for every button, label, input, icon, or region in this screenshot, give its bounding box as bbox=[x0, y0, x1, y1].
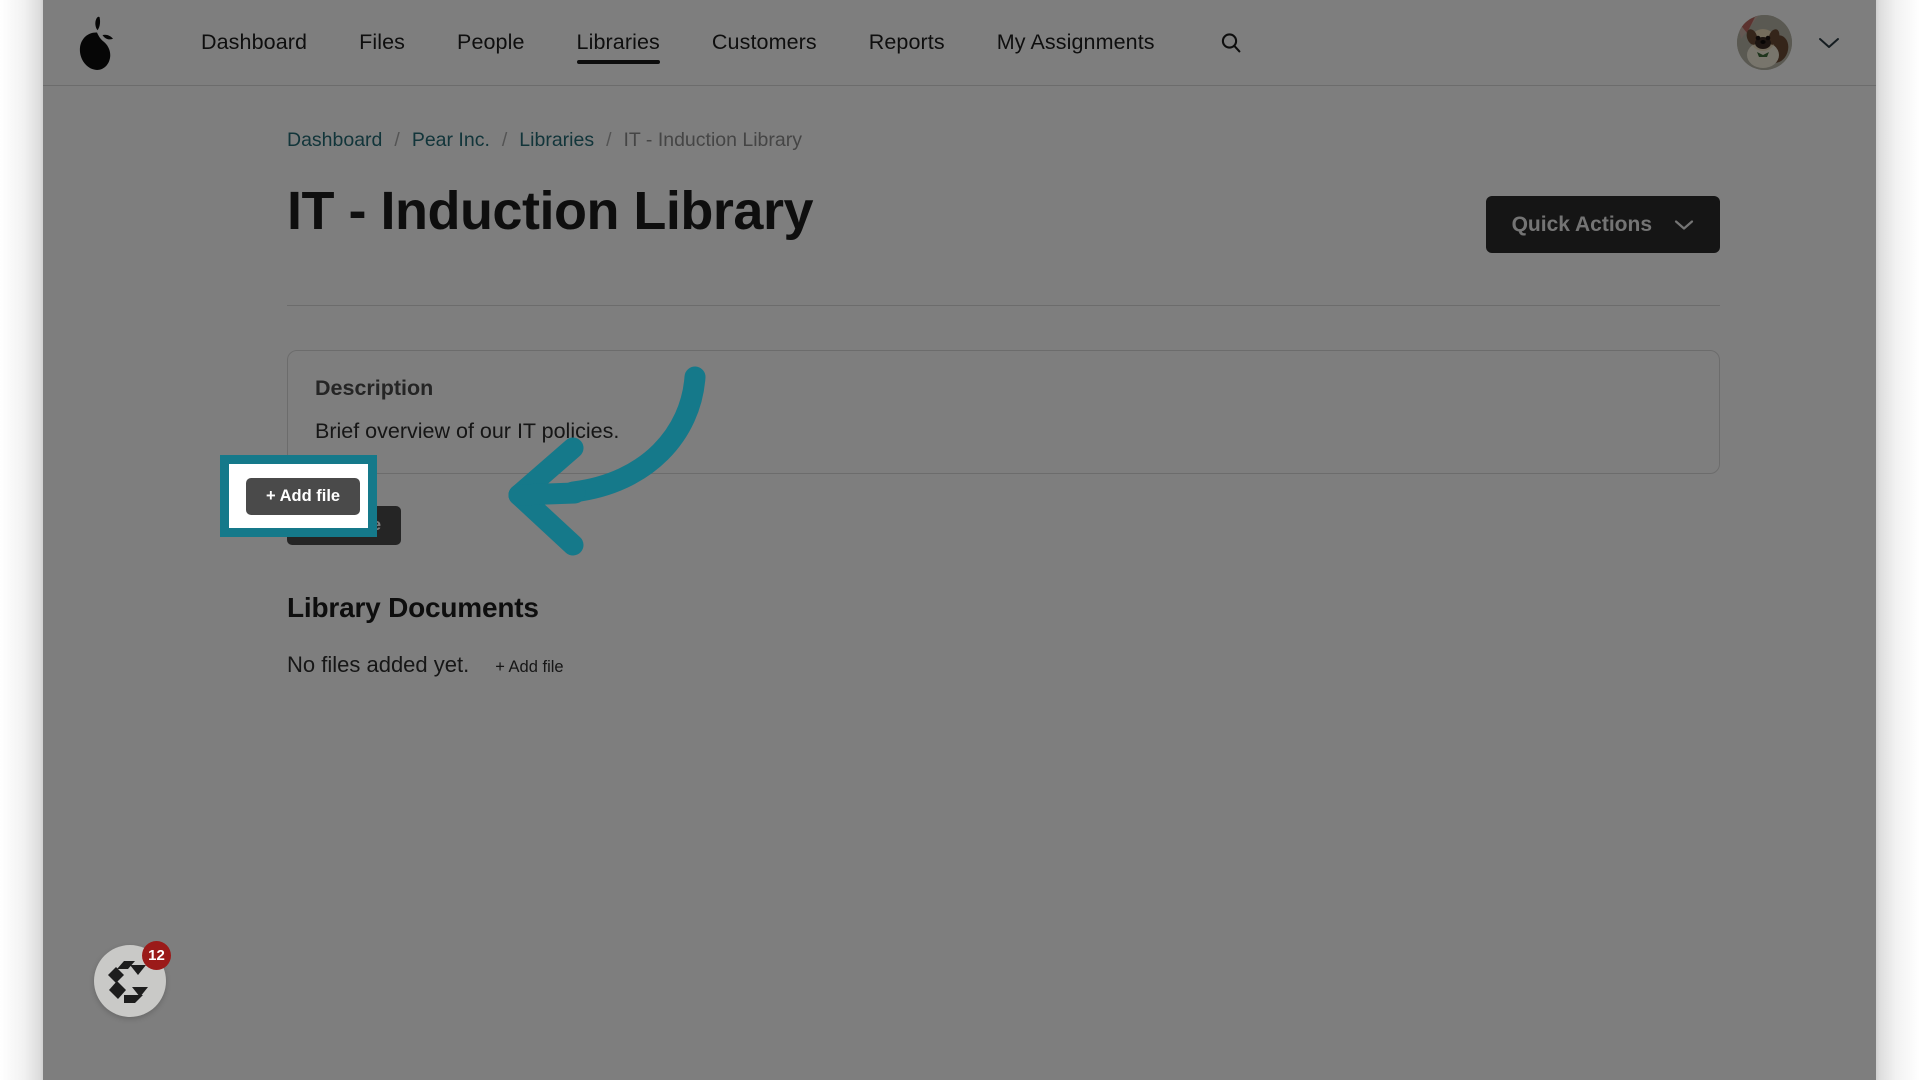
support-widget-button[interactable]: 12 bbox=[94, 941, 171, 1017]
nav-right-cluster bbox=[1737, 15, 1876, 70]
primary-nav: Dashboard Files People Libraries Custome… bbox=[175, 0, 1251, 86]
chevron-down-icon bbox=[1674, 219, 1694, 230]
highlighted-add-file-button[interactable]: + Add file bbox=[246, 478, 361, 515]
library-documents-heading: Library Documents bbox=[287, 592, 539, 623]
nav-item-my-assignments[interactable]: My Assignments bbox=[971, 0, 1181, 86]
breadcrumb-item-dashboard[interactable]: Dashboard bbox=[287, 129, 382, 152]
nav-label: Libraries bbox=[576, 30, 660, 54]
avatar[interactable] bbox=[1737, 15, 1792, 70]
description-label: Description bbox=[315, 376, 434, 400]
page-header-row: IT - Induction Library Quick Actions bbox=[287, 180, 1720, 253]
breadcrumb-separator: / bbox=[501, 129, 508, 151]
nav-label: People bbox=[457, 30, 525, 54]
nav-label: Customers bbox=[711, 30, 817, 54]
nav-item-people[interactable]: People bbox=[431, 0, 551, 86]
breadcrumb: Dashboard / Pear Inc. / Libraries / IT -… bbox=[287, 86, 1720, 152]
nav-item-dashboard[interactable]: Dashboard bbox=[175, 0, 333, 86]
pear-logo-icon bbox=[79, 16, 113, 70]
description-text: Brief overview of our IT policies. bbox=[315, 419, 620, 443]
nav-item-libraries[interactable]: Libraries bbox=[551, 0, 686, 86]
search-button[interactable] bbox=[1211, 23, 1251, 63]
breadcrumb-separator: / bbox=[606, 129, 612, 151]
nav-item-files[interactable]: Files bbox=[333, 0, 431, 86]
account-menu-toggle[interactable] bbox=[1818, 36, 1840, 50]
nav-item-reports[interactable]: Reports bbox=[843, 0, 971, 86]
nav-item-customers[interactable]: Customers bbox=[686, 0, 843, 86]
breadcrumb-separator: / bbox=[394, 129, 400, 151]
empty-state-text: No files added yet. bbox=[287, 652, 470, 677]
header-divider bbox=[287, 305, 1720, 306]
screenshot-root: Dashboard Files People Libraries Custome… bbox=[0, 0, 1920, 1080]
add-file-link[interactable]: + Add file bbox=[495, 658, 563, 677]
nav-label: Reports bbox=[868, 30, 945, 54]
breadcrumb-item-pear-inc[interactable]: Pear Inc. bbox=[412, 129, 490, 152]
quick-actions-label: Quick Actions bbox=[1511, 212, 1652, 236]
breadcrumb-item-libraries[interactable]: Libraries bbox=[519, 129, 594, 152]
chevron-down-icon bbox=[1819, 37, 1839, 48]
search-icon bbox=[1221, 32, 1241, 52]
user-avatar-dog-image bbox=[1737, 15, 1792, 70]
nav-label: My Assignments bbox=[996, 30, 1155, 54]
description-card: Description Brief overview of our IT pol… bbox=[287, 350, 1720, 474]
support-widget-badge: 12 bbox=[142, 941, 171, 970]
documents-empty-state: No files added yet. + Add file bbox=[287, 652, 1720, 678]
nav-label: Dashboard bbox=[201, 30, 308, 54]
application-window: Dashboard Files People Libraries Custome… bbox=[43, 0, 1876, 1080]
main-content: Dashboard / Pear Inc. / Libraries / IT -… bbox=[43, 86, 1876, 678]
page-title: IT - Induction Library bbox=[287, 181, 814, 241]
left-page-edge bbox=[0, 0, 43, 1080]
breadcrumb-item-current: IT - Induction Library bbox=[623, 129, 802, 151]
quick-actions-button[interactable]: Quick Actions bbox=[1485, 196, 1720, 253]
right-page-edge bbox=[1876, 0, 1920, 1080]
top-navigation-bar: Dashboard Files People Libraries Custome… bbox=[43, 0, 1876, 86]
nav-label: Files bbox=[359, 30, 405, 54]
brand-logo[interactable] bbox=[43, 0, 153, 86]
